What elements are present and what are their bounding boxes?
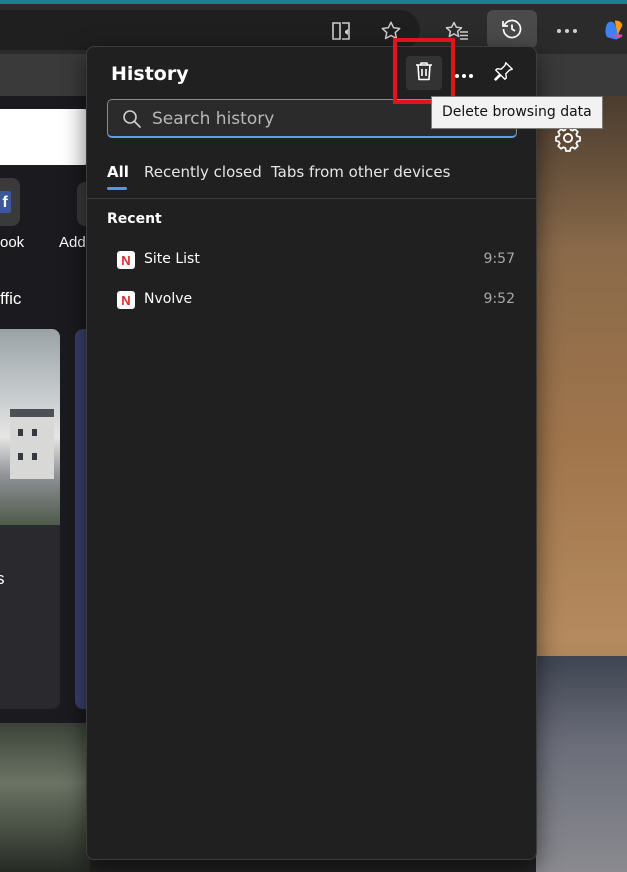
section-title-recent: Recent — [107, 211, 162, 227]
history-item[interactable]: N Nvolve 9:52 — [107, 283, 517, 319]
history-title: History — [111, 63, 189, 85]
history-item[interactable]: N Site List 9:57 — [107, 243, 517, 279]
delete-button-highlight — [393, 38, 455, 104]
tab-recently-closed[interactable]: Recently closed — [144, 163, 262, 181]
quick-link-label-add: Add — [59, 234, 86, 251]
tab-all[interactable]: All — [107, 163, 129, 181]
new-tab-left-content: f ook Add ffic s — [0, 96, 90, 872]
history-item-time: 9:57 — [483, 251, 515, 267]
news-card-image — [0, 329, 60, 525]
immersive-reader-icon[interactable] — [328, 18, 356, 44]
web-search-box[interactable] — [0, 109, 88, 165]
pin-history-button[interactable] — [486, 56, 522, 90]
background-forest-image — [0, 723, 90, 872]
pin-icon — [493, 60, 515, 86]
history-item-title: Nvolve — [144, 291, 193, 307]
history-item-title: Site List — [144, 251, 200, 267]
news-card[interactable]: s — [0, 329, 60, 709]
site-favicon-icon: N — [117, 291, 135, 309]
history-button[interactable] — [487, 10, 537, 48]
tab-other-devices[interactable]: Tabs from other devices — [271, 163, 450, 181]
quick-link-label-facebook: ook — [0, 234, 25, 251]
traffic-heading: ffic — [0, 289, 22, 308]
facebook-icon: f — [0, 191, 11, 213]
active-tab-indicator — [107, 187, 127, 190]
copilot-icon[interactable] — [604, 16, 627, 44]
background-dunes-lower — [536, 656, 627, 872]
house-illustration — [10, 409, 54, 479]
news-card-text: s — [0, 569, 5, 588]
history-tabs: All Recently closed Tabs from other devi… — [107, 159, 527, 193]
settings-more-icon[interactable] — [553, 18, 581, 44]
tabs-divider — [87, 198, 536, 199]
site-favicon-icon: N — [117, 251, 135, 269]
history-clock-icon — [499, 16, 525, 42]
more-horizontal-icon — [454, 64, 474, 83]
history-item-time: 9:52 — [483, 291, 515, 307]
search-icon — [122, 109, 142, 133]
address-bar[interactable] — [0, 10, 420, 50]
delete-browsing-data-tooltip: Delete browsing data — [431, 96, 603, 129]
history-flyout: History All Recently closed Tabs from ot… — [86, 46, 537, 860]
